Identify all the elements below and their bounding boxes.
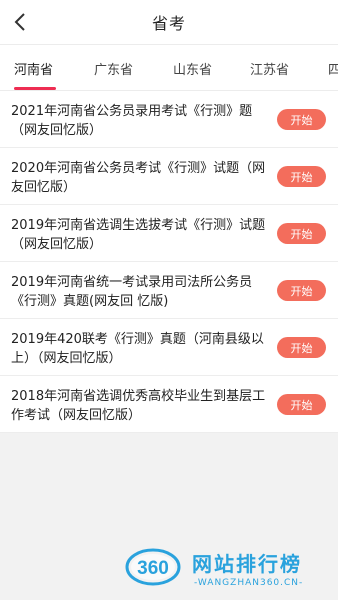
list-item[interactable]: 2019年河南省选调生选拔考试《行测》试题（网友回忆版） 开始 [0,205,338,262]
tab-guangdong[interactable]: 广东省 [94,45,133,90]
watermark-subtitle: -WANGZHAN360.CN- [194,578,304,588]
exam-title: 2019年420联考《行测》真题（河南县级以上）（网友回忆版） [11,332,264,366]
list-item[interactable]: 2021年河南省公务员录用考试《行测》题（网友回忆版） 开始 [0,91,338,148]
exam-list: 2021年河南省公务员录用考试《行测》题（网友回忆版） 开始 2020年河南省公… [0,90,338,433]
exam-title: 2021年河南省公务员录用考试《行测》题（网友回忆版） [11,104,253,138]
start-button[interactable]: 开始 [277,166,326,187]
start-button[interactable]: 开始 [277,280,326,301]
exam-title: 2018年河南省选调优秀高校毕业生到基层工作考试（网友回忆版） [11,389,266,423]
exam-title: 2020年河南省公务员考试《行测》试题（网友回忆版） [11,161,266,195]
list-item[interactable]: 2018年河南省选调优秀高校毕业生到基层工作考试（网友回忆版） 开始 [0,376,338,433]
watermark: 360 网站排行榜 -WANGZHAN360.CN- [124,546,338,596]
exam-title: 2019年河南省选调生选拔考试《行测》试题（网友回忆版） [11,218,266,252]
list-item[interactable]: 2020年河南省公务员考试《行测》试题（网友回忆版） 开始 [0,148,338,205]
watermark-logo-icon: 360 [125,548,181,586]
watermark-title: 网站排行榜 [192,552,302,576]
exam-title: 2019年河南省统一考试录用司法所公务员《行测》真题(网友回 忆版) [11,275,253,309]
tab-shandong[interactable]: 山东省 [173,45,212,90]
chevron-left-icon [14,13,25,31]
province-tabs: 河南省 广东省 山东省 江苏省 四 [0,44,338,90]
tab-next-partial[interactable]: 四 [328,45,338,90]
list-item[interactable]: 2019年420联考《行测》真题（河南县级以上）（网友回忆版） 开始 [0,319,338,376]
start-button[interactable]: 开始 [277,337,326,358]
list-item[interactable]: 2019年河南省统一考试录用司法所公务员《行测》真题(网友回 忆版) 开始 [0,262,338,319]
page-title: 省考 [151,14,186,33]
start-button[interactable]: 开始 [277,109,326,130]
watermark-logo-text: 360 [137,558,169,579]
start-button[interactable]: 开始 [277,223,326,244]
top-bar: 省考 [0,0,338,44]
start-button[interactable]: 开始 [277,394,326,415]
tab-jiangsu[interactable]: 江苏省 [250,45,289,90]
tab-henan[interactable]: 河南省 [14,45,53,90]
back-button[interactable] [6,8,34,36]
